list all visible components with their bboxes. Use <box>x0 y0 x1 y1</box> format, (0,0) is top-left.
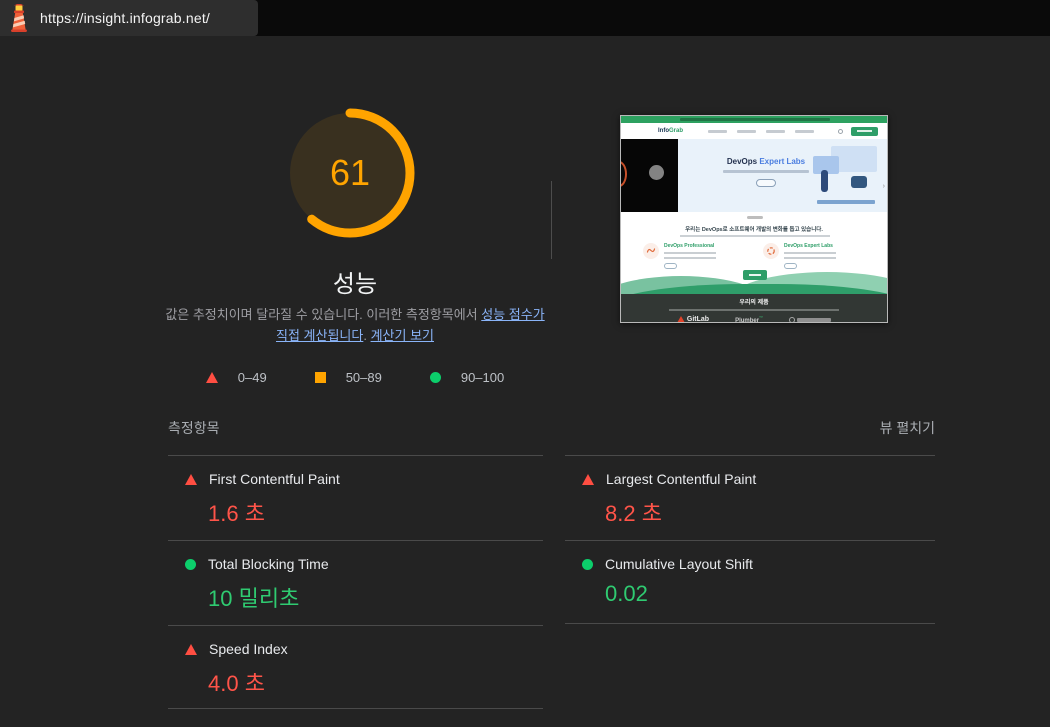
thumb-section-subline <box>680 235 830 237</box>
thumb-play-icon <box>649 165 664 180</box>
metric-first-contentful-paint[interactable]: First Contentful Paint 1.6 초 <box>168 455 543 540</box>
thumb-carousel-indicator <box>747 216 763 219</box>
metric-largest-contentful-paint[interactable]: Largest Contentful Paint 8.2 초 <box>565 455 935 540</box>
thumb-logo: InfoGrab <box>658 128 684 134</box>
pass-circle-icon <box>582 558 593 570</box>
thumb-video-box <box>621 139 678 212</box>
metric-value: 1.6 초 <box>208 501 265 526</box>
thumb-card-icon <box>763 243 779 259</box>
legend-pass: 90–100 <box>429 370 505 385</box>
pass-circle-icon <box>429 372 441 383</box>
metrics-grid: First Contentful Paint 1.6 초 Total Block… <box>168 455 935 709</box>
metrics-header: 측정항목 뷰 펼치기 <box>168 418 935 438</box>
score-description-text: 값은 추정치이며 달라질 수 있습니다. 이러한 측정항목에서 <box>165 307 482 322</box>
metric-value: 0.02 <box>605 581 648 606</box>
score-legend: 0–49 50–89 90–100 <box>168 370 542 385</box>
legend-average: 50–89 <box>314 370 382 385</box>
thumb-card-professional: DevOps Professional <box>643 243 747 269</box>
legend-average-range: 50–89 <box>345 370 382 385</box>
thumb-section-heading: 우리는 DevOps로 소프트웨어 개발의 변화를 돕고 있습니다. <box>685 227 823 233</box>
expand-view-toggle[interactable]: 뷰 펼치기 <box>880 418 935 438</box>
thumb-hero-text: DevOps Expert Labs <box>711 157 821 187</box>
report-url[interactable]: https://insight.infograb.net/ <box>40 10 210 26</box>
performance-gauge[interactable]: 61 <box>283 106 417 240</box>
metric-cumulative-layout-shift[interactable]: Cumulative Layout Shift 0.02 <box>565 540 935 624</box>
thumb-card-expert-labs: DevOps Expert Labs <box>763 243 867 269</box>
legend-pass-range: 90–100 <box>460 370 505 385</box>
thumb-footer-heading: 우리의 제품 <box>739 300 769 306</box>
metrics-title: 측정항목 <box>168 420 220 436</box>
thumb-footer: 우리의 제품 GitLab Plumber™ <box>621 294 887 323</box>
metric-speed-index[interactable]: Speed Index 4.0 초 <box>168 625 543 709</box>
thumb-hero-illustration <box>813 144 879 206</box>
metrics-column-left: First Contentful Paint 1.6 초 Total Block… <box>168 455 543 709</box>
thumb-cta-button <box>851 126 878 136</box>
url-chip: https://insight.infograb.net/ <box>0 0 258 36</box>
partner-logo <box>789 316 832 322</box>
fail-triangle-icon <box>185 643 197 655</box>
fail-triangle-icon <box>185 473 197 485</box>
thumb-announcement-bar <box>621 116 887 123</box>
thumb-product-cards: DevOps Professional DevOps Expert Labs <box>643 243 867 269</box>
plumber-logo: Plumber™ <box>735 315 764 323</box>
page-screenshot-thumbnail: InfoGrab DevOps Expert Labs › 우리는 DevOps… <box>620 115 888 323</box>
performance-score: 61 <box>329 152 371 193</box>
metric-value: 4.0 초 <box>208 671 265 696</box>
legend-fail-range: 0–49 <box>237 370 267 385</box>
thumb-hero-button <box>756 179 776 187</box>
thumb-hero-subtitle-bar <box>723 170 809 173</box>
thumb-footer-logos: GitLab Plumber™ <box>621 315 887 323</box>
thumb-card-icon <box>643 243 659 259</box>
category-title: 성능 <box>332 271 378 298</box>
fail-triangle-icon <box>205 372 218 383</box>
top-bar: https://insight.infograb.net/ <box>0 0 1050 36</box>
thumb-wave-button <box>743 270 767 280</box>
thumb-footer-subline <box>669 309 839 311</box>
metric-value: 10 밀리초 <box>208 586 300 611</box>
gitlab-logo: GitLab <box>676 316 709 322</box>
metric-total-blocking-time[interactable]: Total Blocking Time 10 밀리초 <box>168 540 543 625</box>
thumb-carousel-arrow: › <box>882 183 885 190</box>
thumb-search-icon <box>838 128 843 134</box>
thumb-nav-menu <box>691 129 830 133</box>
metric-value: 8.2 초 <box>605 501 662 526</box>
average-square-icon <box>314 372 326 383</box>
score-description: 값은 추정치이며 달라질 수 있습니다. 이러한 측정항목에서 성능 점수가 직… <box>165 307 545 343</box>
legend-fail: 0–49 <box>205 370 267 385</box>
calculator-link[interactable]: 계산기 보기 <box>371 328 434 343</box>
vertical-divider <box>551 181 552 259</box>
thumb-navbar: InfoGrab <box>621 123 887 139</box>
lighthouse-icon <box>11 4 27 32</box>
gitlab-fox-icon <box>676 316 685 322</box>
fail-triangle-icon <box>582 473 594 485</box>
metrics-column-right: Largest Contentful Paint 8.2 초 Cumulativ… <box>565 455 935 709</box>
pass-circle-icon <box>185 558 196 570</box>
